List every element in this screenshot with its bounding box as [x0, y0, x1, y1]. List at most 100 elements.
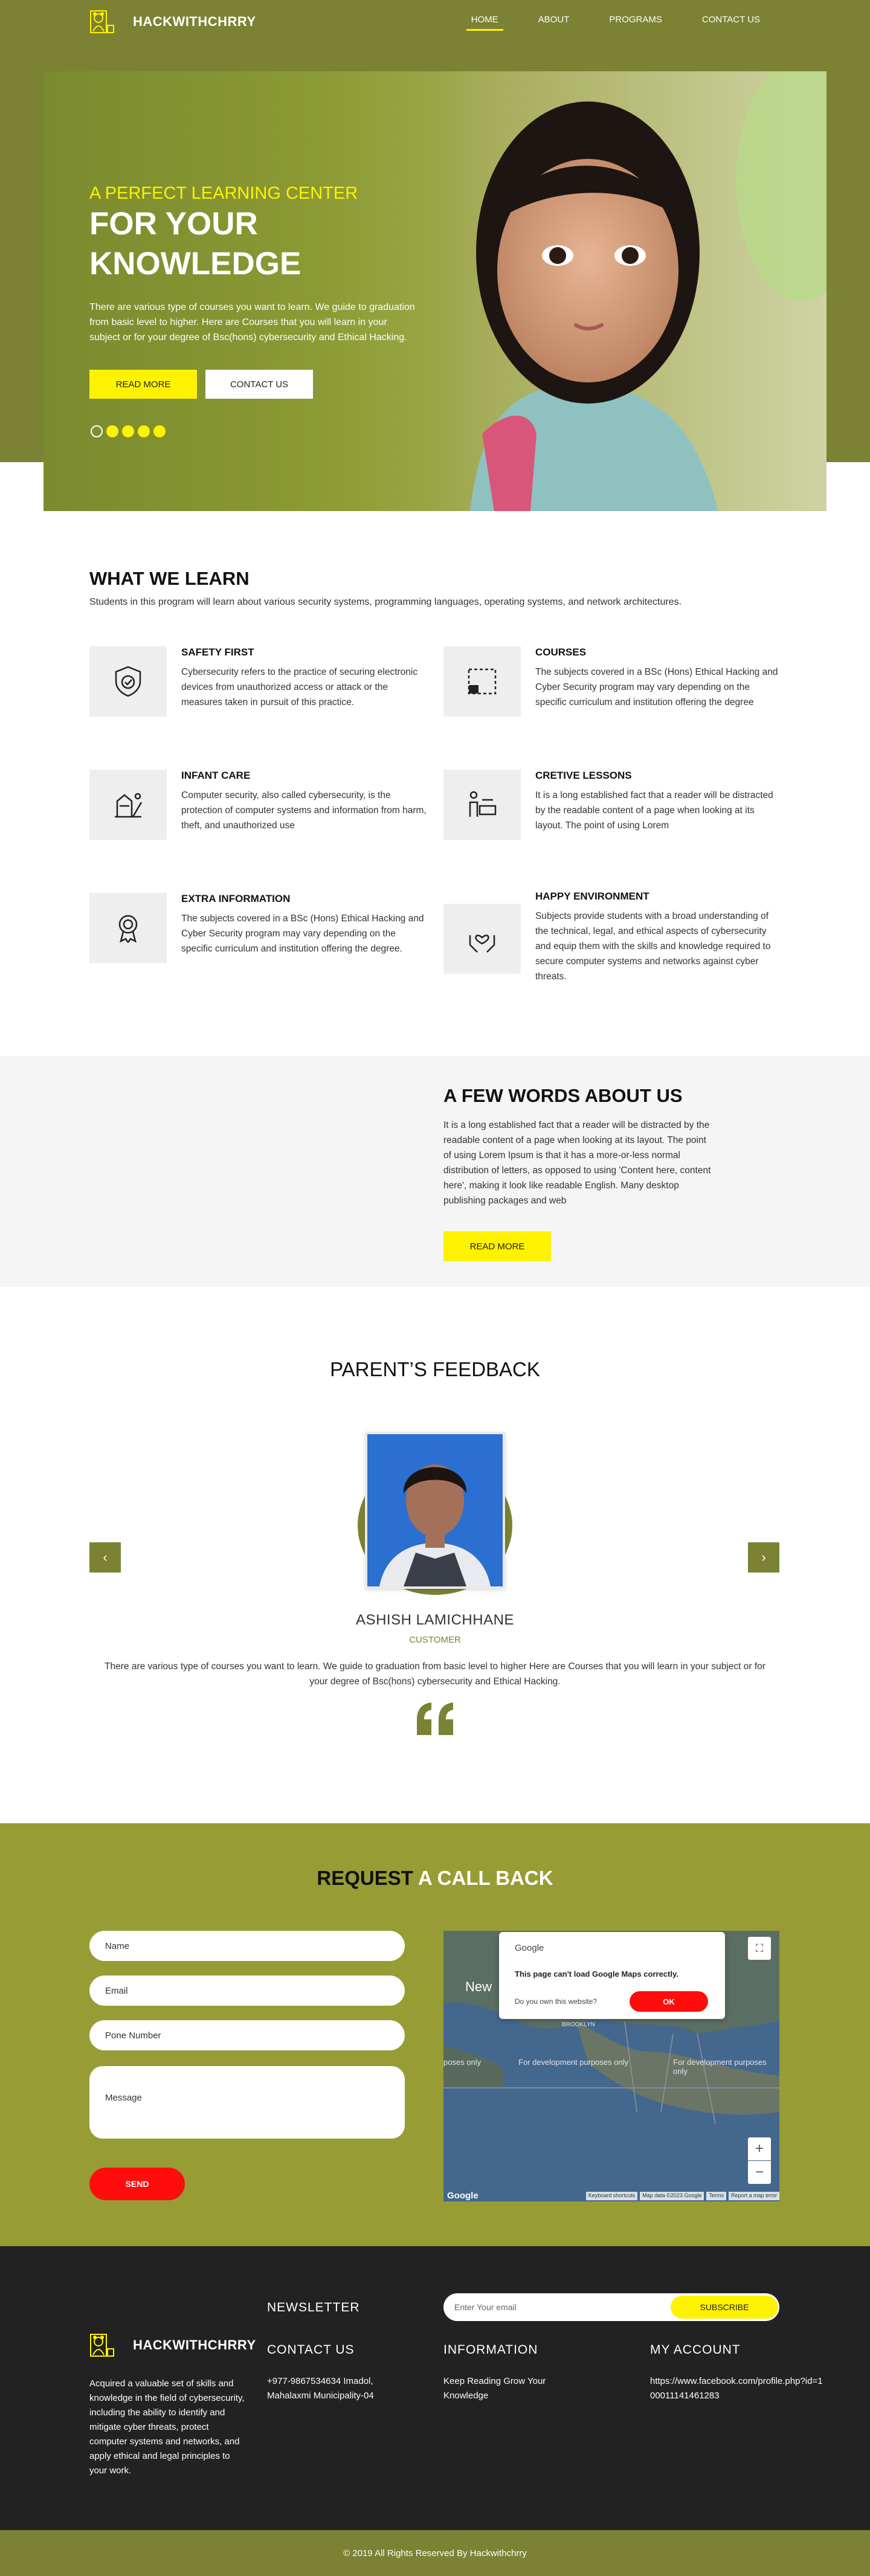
- fullscreen-icon[interactable]: ⛶: [748, 1937, 771, 1960]
- footer-info-text: Keep Reading Grow Your Knowledge: [443, 2376, 546, 2401]
- footer-contact-text: +977-9867534634 Imadol, Mahalaxmi Munici…: [267, 2376, 374, 2401]
- slider-dot[interactable]: [138, 425, 150, 437]
- site-footer: NEWSLETTER Enter Your email SUBSCRIBE HA…: [0, 2246, 870, 2530]
- feedback-role: CUSTOMER: [409, 1635, 461, 1645]
- map-ok-button[interactable]: OK: [630, 1991, 708, 2012]
- footer-contact-title: CONTACT US: [267, 2343, 355, 2357]
- slider-dot[interactable]: [91, 425, 103, 437]
- terms-link[interactable]: Terms: [706, 2192, 726, 2200]
- quote-icon: [417, 1702, 453, 1735]
- map-label: For development purposes only: [518, 2058, 629, 2067]
- nav-programs[interactable]: PROGRAMS: [607, 14, 665, 25]
- zoom-out-button[interactable]: −: [748, 2161, 771, 2184]
- hero-title: FOR YOUR KNOWLEDGE: [89, 206, 301, 282]
- google-map[interactable]: New BROOKLYN For development purposes on…: [443, 1931, 779, 2201]
- footer-brand-name: HACKWITHCHRRY: [133, 2337, 256, 2352]
- phone-field[interactable]: Pone Number: [89, 2020, 405, 2050]
- keyboard-shortcuts-link[interactable]: Keyboard shortcuts: [585, 2192, 638, 2200]
- feature-title: COURSES: [535, 646, 587, 658]
- feature-text: The subjects covered in a BSc (Hons) Eth…: [535, 667, 778, 707]
- feature-icon-box: [89, 770, 167, 840]
- nav-contact[interactable]: CONTACT US: [700, 14, 762, 25]
- zoom-in-button[interactable]: +: [748, 2137, 771, 2160]
- hero-contact-button[interactable]: CONTACT US: [205, 370, 313, 399]
- slider-dot[interactable]: [122, 425, 134, 437]
- callback-section: REQUEST A CALL BACK Name Email Pone Numb…: [0, 1823, 870, 2246]
- bear-logo-icon: [90, 10, 114, 33]
- map-label: For development purposes only: [673, 2058, 767, 2076]
- footer-about: Acquired a valuable set of skills and kn…: [89, 2378, 245, 2476]
- map-error-message: This page can't load Google Maps correct…: [515, 1969, 678, 1979]
- feature-happy-environment: HAPPY ENVIRONMENT Subjects provide stude…: [443, 890, 782, 982]
- feature-safety-first: SAFETY FIRST Cybersecurity refers to the…: [89, 646, 428, 731]
- feature-courses: COURSES The subjects covered in a BSc (H…: [443, 646, 782, 731]
- feature-text: It is a long established fact that a rea…: [535, 790, 773, 831]
- name-field[interactable]: Name: [89, 1931, 405, 1961]
- callback-title: REQUEST A CALL BACK: [0, 1867, 870, 1890]
- nav-home[interactable]: HOME: [466, 14, 503, 31]
- callback-title-dark: REQUEST: [317, 1867, 413, 1889]
- feedback-title: PARENT’S FEEDBACK: [330, 1358, 540, 1380]
- feature-infant-care: INFANT CARE Computer security, also call…: [89, 770, 428, 854]
- map-label: BROOKLYN: [562, 2021, 595, 2028]
- feedback-prev-button[interactable]: ‹: [89, 1542, 121, 1573]
- nav-about[interactable]: ABOUT: [536, 14, 572, 25]
- subscribe-button[interactable]: SUBSCRIBE: [671, 2296, 778, 2319]
- feature-icon-box: [89, 893, 167, 963]
- hero-child-photo: [379, 71, 826, 511]
- footer-info-title: INFORMATION: [443, 2343, 538, 2357]
- hands-heart-icon: [469, 935, 495, 953]
- feature-icon-box: [443, 904, 521, 974]
- hero-subtitle: A PERFECT LEARNING CENTER: [89, 184, 358, 203]
- bear-logo-icon: [90, 2334, 114, 2357]
- feature-title: SAFETY FIRST: [181, 646, 254, 658]
- learn-title: WHAT WE LEARN: [89, 568, 250, 589]
- hero-text: There are various type of courses you wa…: [89, 302, 415, 343]
- lesson-icon: [469, 791, 497, 817]
- award-icon: [118, 915, 138, 943]
- about-text: It is a long established fact that a rea…: [443, 1120, 711, 1206]
- footer-logo[interactable]: HACKWITHCHRRY: [89, 2331, 256, 2360]
- about-title: A FEW WORDS ABOUT US: [443, 1085, 683, 1106]
- feature-text: The subjects covered in a BSc (Hons) Eth…: [181, 913, 424, 954]
- newsletter-label: NEWSLETTER: [267, 2301, 360, 2314]
- portrait-image: [367, 1434, 503, 1586]
- feature-creative-lessons: CRETIVE LESSONS It is a long established…: [443, 770, 782, 854]
- feedback-text: There are various type of courses you wa…: [105, 1661, 765, 1687]
- brand-logo[interactable]: HACKWITHCHRRY: [89, 7, 256, 36]
- feature-icon-box: [443, 646, 521, 716]
- footer-account-link[interactable]: https://www.facebook.com/profile.php?id=…: [650, 2374, 825, 2403]
- about-read-more-button[interactable]: READ MORE: [443, 1231, 551, 1261]
- feature-title: INFANT CARE: [181, 770, 251, 781]
- hero-slider: A PERFECT LEARNING CENTER FOR YOUR KNOWL…: [44, 71, 826, 511]
- site-header: HACKWITHCHRRY HOME ABOUT PROGRAMS CONTAC…: [0, 0, 870, 42]
- email-field[interactable]: Email: [89, 1975, 405, 2006]
- report-error-link[interactable]: Report a map error: [728, 2192, 779, 2200]
- callback-title-light: A CALL BACK: [417, 1867, 553, 1889]
- feedback-name: ASHISH LAMICHHANE: [356, 1612, 514, 1628]
- about-section: A FEW WORDS ABOUT US It is a long establ…: [0, 1056, 870, 1287]
- map-data-text: Map data ©2023 Google: [640, 2192, 704, 2200]
- map-label: New: [465, 1979, 492, 1994]
- map-footer: Google Keyboard shortcuts Map data ©2023…: [443, 2189, 779, 2201]
- slider-dots: [91, 425, 166, 437]
- slider-dot[interactable]: [106, 425, 118, 437]
- map-dialog-brand: Google: [515, 1943, 544, 1953]
- feature-text: Cybersecurity refers to the practice of …: [181, 667, 418, 707]
- google-logo: Google: [447, 2191, 478, 2201]
- feedback-next-button[interactable]: ›: [748, 1542, 779, 1573]
- footer-account-title: MY ACCOUNT: [650, 2343, 741, 2357]
- message-field[interactable]: Message: [89, 2066, 405, 2139]
- feature-icon-box: [443, 770, 521, 840]
- shield-check-icon: [115, 666, 141, 697]
- main-nav: HOME ABOUT PROGRAMS CONTACT US: [466, 14, 762, 31]
- frame-icon: [468, 668, 497, 695]
- send-button[interactable]: SEND: [89, 2168, 185, 2200]
- hero-read-more-button[interactable]: READ MORE: [89, 370, 197, 399]
- slider-dot[interactable]: [153, 425, 166, 437]
- map-attribution: Keyboard shortcuts Map data ©2023 Google…: [585, 2192, 779, 2200]
- copyright-bar: © 2019 All Rights Reserved By Hackwithch…: [0, 2530, 870, 2576]
- map-owner-question[interactable]: Do you own this website?: [515, 1997, 597, 2006]
- learn-subtitle: Students in this program will learn abou…: [89, 597, 682, 607]
- feature-text: Computer security, also called cybersecu…: [181, 790, 427, 831]
